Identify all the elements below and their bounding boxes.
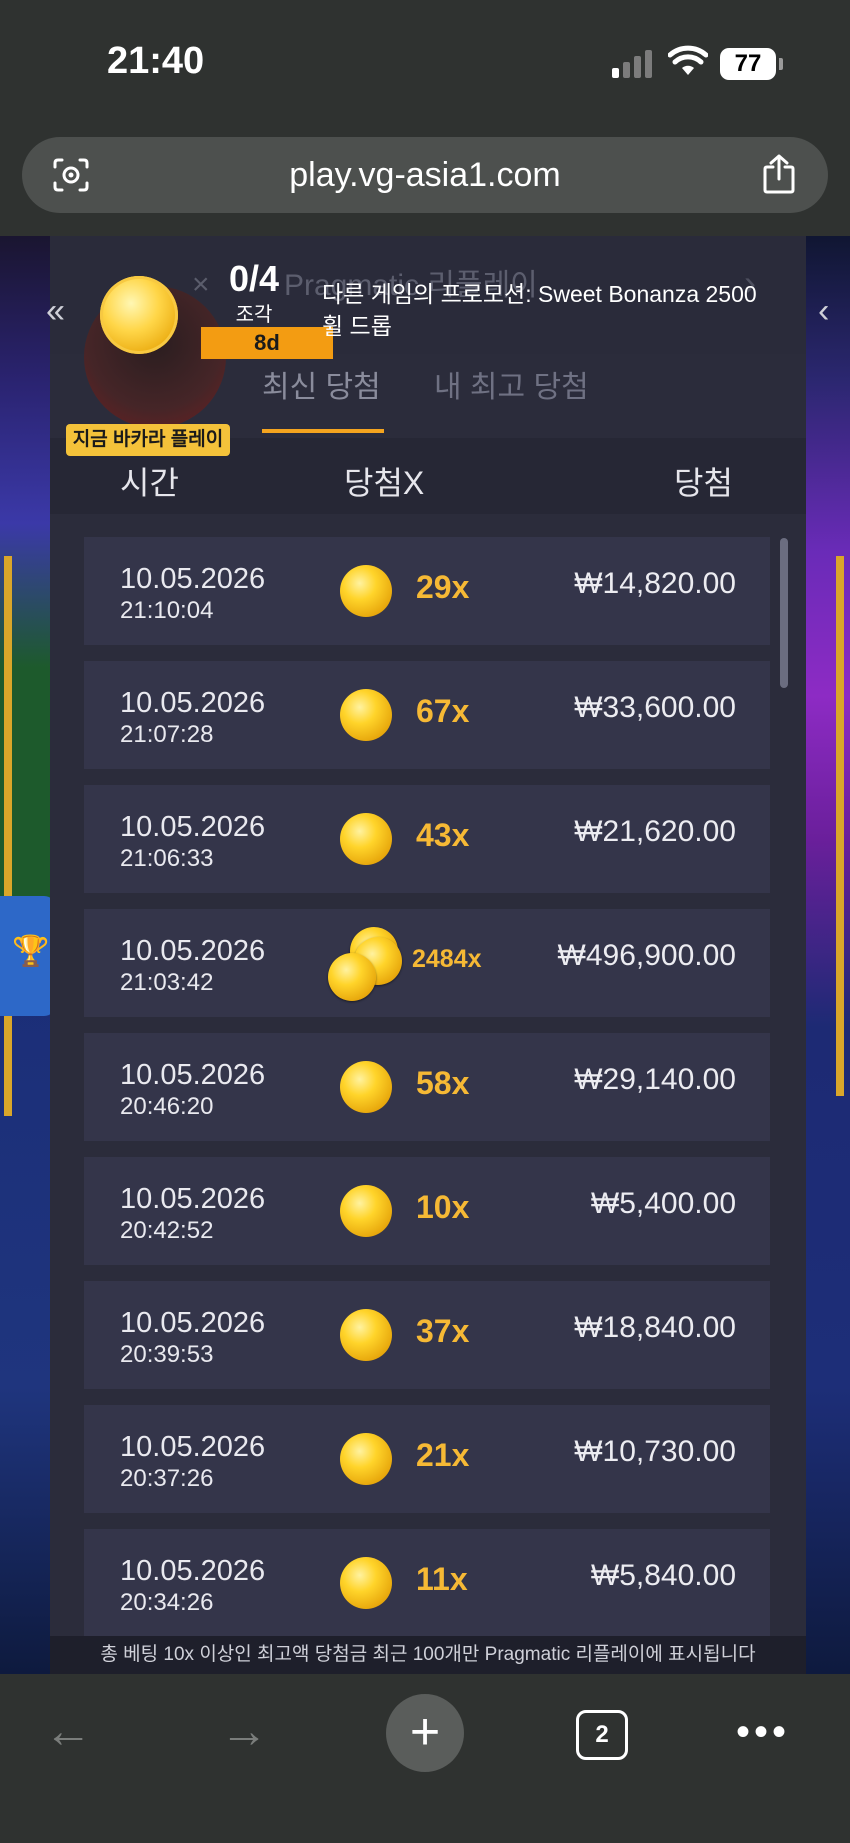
column-win: 당첨 (674, 465, 733, 501)
battery-icon: 77 (720, 48, 776, 80)
table-row[interactable]: 10.05.2026 21:07:28 67x ₩33,600.00 (84, 661, 770, 769)
win-date: 10.05.2026 (120, 1183, 266, 1215)
table-row[interactable]: 10.05.2026 20:42:52 10x ₩5,400.00 (84, 1157, 770, 1265)
win-amount: ₩5,840.00 (590, 1559, 736, 1592)
win-time: 20:42:52 (120, 1217, 214, 1244)
footer-note: 총 베팅 10x 이상인 최고액 당첨금 최근 100개만 Pragmatic … (50, 1636, 806, 1674)
back-arrow-icon[interactable]: ← (44, 1704, 92, 1759)
url-bar[interactable]: play.vg-asia1.com (22, 137, 828, 213)
table-row[interactable]: 10.05.2026 21:10:04 29x ₩14,820.00 (84, 537, 770, 645)
scrollbar[interactable] (780, 538, 788, 688)
win-time: 21:07:28 (120, 721, 214, 748)
win-multiplier: 43x (416, 817, 470, 853)
gold-pillar (4, 556, 12, 1116)
coin-stack-icon (328, 923, 410, 1005)
chevron-double-left-icon[interactable]: « (46, 292, 65, 331)
win-amount: ₩33,600.00 (574, 691, 736, 724)
coin-icon (340, 1061, 392, 1113)
win-time: 20:34:26 (120, 1589, 214, 1616)
gold-pillar (836, 556, 844, 1096)
new-tab-button[interactable]: + (386, 1694, 464, 1772)
promo-overlay: « × 0/4 조각 8d 다른 게임의 프로모션: Sweet Bonanza… (40, 236, 829, 456)
coin-icon (340, 689, 392, 741)
plus-icon: + (409, 1703, 441, 1761)
table-row[interactable]: 10.05.2026 21:06:33 43x ₩21,620.00 (84, 785, 770, 893)
chevron-left-icon[interactable]: ‹ (818, 292, 829, 331)
coin-icon (340, 1309, 392, 1361)
status-time: 21:40 (107, 40, 205, 82)
win-amount: ₩14,820.00 (574, 567, 736, 600)
win-amount: ₩21,620.00 (574, 815, 736, 848)
table-row[interactable]: 10.05.2026 20:37:26 21x ₩10,730.00 (84, 1405, 770, 1513)
win-time: 20:39:53 (120, 1341, 214, 1368)
forward-arrow-icon[interactable]: → (220, 1704, 268, 1759)
promo-days-badge: 8d (201, 327, 333, 359)
win-multiplier: 29x (416, 569, 470, 605)
play-baccarat-button[interactable]: 지금 바카라 플레이 (66, 424, 230, 456)
win-date: 10.05.2026 (120, 563, 266, 595)
tab-my-best-wins[interactable]: 내 최고 당첨 (434, 362, 589, 406)
browser-toolbar: ← → + 2 ••• (0, 1674, 850, 1843)
table-row[interactable]: 10.05.2026 20:39:53 37x ₩18,840.00 (84, 1281, 770, 1389)
win-amount: ₩496,900.00 (557, 939, 736, 972)
promo-text[interactable]: 다른 게임의 프로모션: Sweet Bonanza 2500 휠 드롭 (322, 278, 762, 342)
win-date: 10.05.2026 (120, 935, 266, 967)
win-date: 10.05.2026 (120, 1555, 266, 1587)
win-multiplier: 2484x (412, 945, 482, 973)
win-date: 10.05.2026 (120, 1059, 266, 1091)
win-multiplier: 10x (416, 1189, 470, 1225)
column-time: 시간 (120, 465, 179, 501)
url-text[interactable]: play.vg-asia1.com (22, 137, 828, 213)
win-multiplier: 11x (416, 1561, 468, 1597)
table-row[interactable]: 10.05.2026 21:03:42 2484x ₩496,900.00 (84, 909, 770, 1017)
win-multiplier: 37x (416, 1313, 470, 1349)
win-date: 10.05.2026 (120, 1431, 266, 1463)
win-date: 10.05.2026 (120, 1307, 266, 1339)
table-row[interactable]: 10.05.2026 20:34:26 11x ₩5,840.00 (84, 1529, 770, 1637)
trophy-tab[interactable]: 🏆 (0, 896, 56, 1016)
coin-icon (340, 1185, 392, 1237)
win-date: 10.05.2026 (120, 687, 266, 719)
win-multiplier: 67x (416, 693, 470, 729)
win-time: 21:03:42 (120, 969, 214, 996)
win-time: 20:46:20 (120, 1093, 214, 1120)
win-date: 10.05.2026 (120, 811, 266, 843)
win-multiplier: 21x (416, 1437, 470, 1473)
coin-icon (340, 813, 392, 865)
share-icon[interactable] (760, 153, 798, 195)
coin-icon (340, 565, 392, 617)
tab-latest-wins[interactable]: 최신 당첨 (262, 362, 381, 406)
win-time: 21:10:04 (120, 597, 214, 624)
promo-count-label: 조각 (235, 304, 273, 326)
promo-count: 0/4 (228, 258, 280, 299)
wifi-icon (668, 45, 708, 75)
table-row[interactable]: 10.05.2026 20:46:20 58x ₩29,140.00 (84, 1033, 770, 1141)
status-bar: 21:40 77 (0, 0, 850, 118)
tabs-button[interactable]: 2 (576, 1710, 628, 1760)
trophy-icon: 🏆 (12, 935, 50, 968)
win-amount: ₩18,840.00 (574, 1311, 736, 1344)
win-amount: ₩29,140.00 (574, 1063, 736, 1096)
coin-badge-icon (100, 276, 178, 354)
win-time: 21:06:33 (120, 845, 214, 872)
coin-icon (340, 1557, 392, 1609)
battery-tip (779, 58, 783, 70)
active-tab-indicator (262, 429, 384, 433)
win-amount: ₩5,400.00 (590, 1187, 736, 1220)
win-multiplier: 58x (416, 1065, 470, 1101)
win-amount: ₩10,730.00 (574, 1435, 736, 1468)
more-icon[interactable]: ••• (736, 1710, 790, 1755)
cellular-signal-icon (612, 48, 654, 78)
win-time: 20:37:26 (120, 1465, 214, 1492)
column-multiplier: 당첨X (344, 465, 425, 501)
game-area: 🏆 Pragmatic 리플레이 › 최신 당첨 내 최고 당첨 시간 당첨X … (0, 236, 850, 1674)
coin-icon (340, 1433, 392, 1485)
